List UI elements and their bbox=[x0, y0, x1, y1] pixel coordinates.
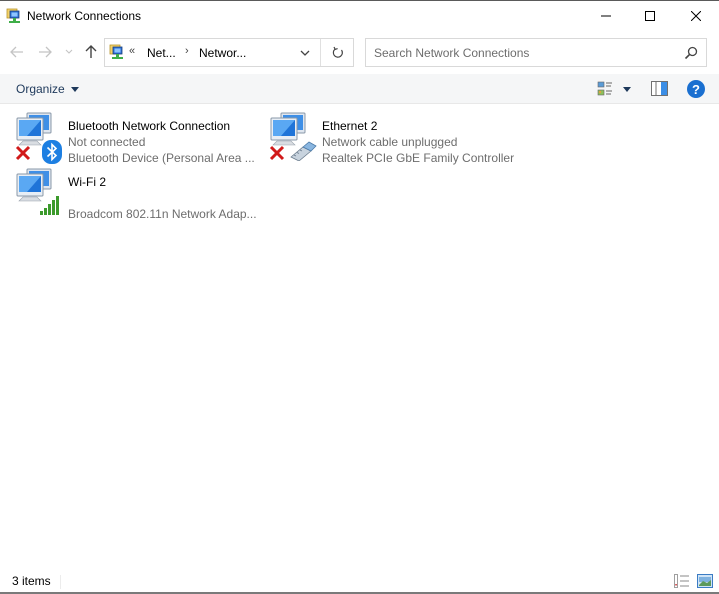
title-bar[interactable]: Network Connections bbox=[0, 1, 719, 32]
details-view-icon[interactable] bbox=[674, 574, 690, 588]
close-button[interactable] bbox=[673, 1, 719, 31]
preview-pane-icon[interactable] bbox=[651, 81, 668, 96]
disconnected-x-icon bbox=[15, 145, 31, 161]
refresh-icon bbox=[332, 46, 343, 58]
connection-name: Wi-Fi 2 bbox=[68, 175, 106, 189]
arrow-left-icon bbox=[10, 46, 23, 58]
window-title: Network Connections bbox=[27, 9, 142, 23]
search-icon[interactable] bbox=[684, 46, 698, 60]
chevron-down-icon bbox=[65, 49, 73, 54]
connection-item-wifi[interactable]: Wi-Fi 2 Broadcom 802.11n Network Adap... bbox=[15, 167, 265, 221]
maximize-icon bbox=[645, 11, 655, 21]
wifi-signal-bars-icon bbox=[40, 196, 59, 215]
connection-device: Broadcom 802.11n Network Adap... bbox=[68, 207, 257, 221]
back-button[interactable] bbox=[6, 40, 28, 64]
change-view-icon[interactable] bbox=[597, 81, 613, 97]
connection-item-bluetooth[interactable]: Bluetooth Network Connection Not connect… bbox=[15, 111, 265, 165]
close-icon bbox=[691, 11, 701, 21]
forward-button[interactable] bbox=[34, 40, 56, 64]
connection-item-ethernet[interactable]: Ethernet 2 Network cable unplugged Realt… bbox=[269, 111, 519, 165]
connections-list: Bluetooth Network Connection Not connect… bbox=[0, 105, 719, 567]
connection-name: Bluetooth Network Connection bbox=[68, 119, 231, 133]
organize-button[interactable]: Organize bbox=[10, 78, 85, 100]
address-dropdown-button[interactable] bbox=[295, 44, 315, 62]
overflow-chevron[interactable]: « bbox=[129, 45, 135, 57]
connection-status: Not connected bbox=[68, 135, 146, 149]
chevron-down-icon bbox=[300, 50, 310, 56]
arrow-up-icon bbox=[85, 45, 97, 58]
network-connections-window: Network Connections « Net... › Networ...… bbox=[0, 0, 719, 594]
maximize-button[interactable] bbox=[627, 1, 673, 31]
up-button[interactable] bbox=[80, 40, 102, 64]
address-bar[interactable]: « Net... › Networ... bbox=[104, 38, 354, 67]
search-input[interactable] bbox=[366, 39, 676, 66]
organize-label: Organize bbox=[16, 82, 65, 96]
recent-locations-button[interactable] bbox=[62, 40, 76, 64]
large-icons-view-icon[interactable] bbox=[697, 574, 713, 588]
search-box[interactable] bbox=[365, 38, 707, 67]
dropdown-arrow-icon bbox=[70, 86, 79, 92]
bluetooth-icon bbox=[42, 140, 62, 164]
connection-device: Realtek PCIe GbE Family Controller bbox=[322, 151, 515, 165]
minimize-button[interactable] bbox=[583, 1, 629, 31]
connection-name: Ethernet 2 bbox=[322, 119, 378, 133]
connection-device: Bluetooth Device (Personal Area ... bbox=[68, 151, 255, 165]
arrow-right-icon bbox=[39, 46, 52, 58]
breadcrumb-network-connections[interactable]: Networ... bbox=[199, 46, 246, 60]
breadcrumb-separator[interactable]: › bbox=[185, 45, 189, 57]
disconnected-x-icon bbox=[269, 145, 285, 161]
ethernet-cable-icon bbox=[290, 141, 317, 161]
item-count: 3 items bbox=[12, 574, 51, 588]
navigation-bar: « Net... › Networ... bbox=[0, 32, 719, 72]
view-options-dropdown[interactable] bbox=[620, 83, 634, 95]
refresh-button[interactable] bbox=[320, 39, 354, 66]
help-button[interactable]: ? bbox=[687, 80, 705, 98]
network-connections-icon bbox=[6, 8, 20, 23]
dropdown-arrow-icon bbox=[623, 86, 631, 92]
help-icon: ? bbox=[692, 81, 700, 97]
minimize-icon bbox=[601, 15, 611, 17]
status-bar: 3 items bbox=[0, 571, 719, 593]
status-separator bbox=[60, 575, 61, 589]
breadcrumb-network-internet[interactable]: Net... bbox=[147, 46, 176, 60]
connection-status: Network cable unplugged bbox=[322, 135, 458, 149]
command-bar: Organize ? bbox=[0, 74, 719, 104]
network-connections-icon bbox=[109, 44, 123, 59]
